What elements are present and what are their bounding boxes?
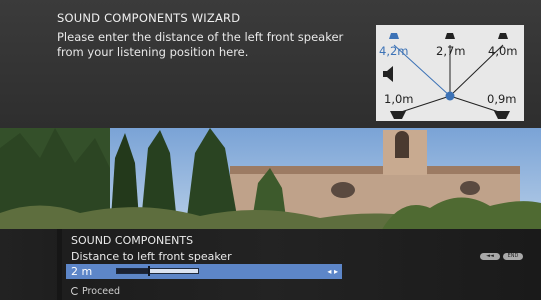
proceed-hint[interactable]: Proceed [71,286,120,297]
remote-hint-buttons: ◄◄ END [480,246,526,265]
rear-right-distance-label: 0,9m [487,92,517,106]
wizard-panel: SOUND COMPONENTS WIZARD Please enter the… [0,0,541,128]
panel-subtitle: Distance to left front speaker [71,250,232,263]
side-speaker-icon [383,66,393,82]
front-left-distance-label: 4,2m [379,44,409,58]
distance-setting-row[interactable]: 2 m ◂ ▸ [66,264,342,279]
end-button[interactable]: END [503,253,523,260]
panel-title: SOUND COMPONENTS [71,234,194,247]
front-right-speaker-icon [498,33,508,39]
proceed-label: Proceed [82,286,121,297]
front-right-distance-label: 4,0m [488,44,518,58]
background-tv-picture [0,128,541,233]
slider-handle[interactable] [148,266,150,276]
panel-divider [57,229,62,300]
left-right-arrows-icon: ◂ ▸ [327,267,338,276]
speaker-layout-diagram: 4,2m 2,7m 4,0m 1,0m 0,9m [376,25,524,121]
listener-icon [445,91,455,101]
slider-fill [117,269,150,273]
distance-value: 2 m [71,265,93,278]
center-distance-label: 2,7m [436,44,466,58]
distance-slider[interactable] [116,266,199,276]
tv-screen: SOUND COMPONENTS WIZARD Please enter the… [0,0,541,300]
settings-panel: SOUND COMPONENTS Distance to left front … [0,229,541,300]
rear-left-distance-label: 1,0m [384,92,414,106]
center-speaker-icon [445,33,455,39]
wizard-message: Please enter the distance of the left fr… [57,30,344,59]
wizard-title: SOUND COMPONENTS WIZARD [57,11,241,25]
rear-right-speaker-icon [494,111,510,119]
front-left-speaker-icon [389,33,399,39]
back-button[interactable]: ◄◄ [480,253,500,260]
ok-button-icon [71,287,79,295]
rear-left-speaker-icon [390,111,406,119]
